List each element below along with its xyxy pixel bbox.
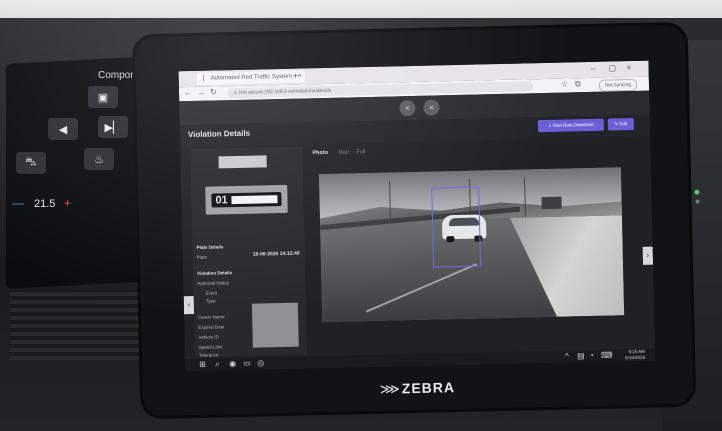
photo-scene: Component ▣ ◀ ▶▏ ⛍ ♨ — 21.5 + ⋙ ZEBRA ❘ … [0,0,722,431]
field-label: Type [205,298,216,304]
field-label: Approval Status [197,280,230,286]
temp-up-button[interactable]: + [64,196,71,210]
download-label: Raw Data Download [552,121,594,128]
prev-arrow-icon[interactable]: ‹ [183,296,195,315]
vehicle-thumbnail [251,302,299,348]
star-icon[interactable]: ☆ [561,79,568,88]
taskbar-clock[interactable]: 9:15 AM 6/19/2026 [625,349,645,361]
close-icon[interactable]: × [297,71,302,83]
plate-thumbnail [218,155,267,169]
car-icon[interactable]: ⛍ [16,152,46,174]
next-arrow-icon[interactable]: › [642,246,654,265]
window-close-icon[interactable]: × [626,63,631,72]
edge-icon[interactable]: ◉ [229,359,236,368]
keyboard-icon[interactable]: ⌨ [601,351,613,360]
tab-photo[interactable]: Photo [312,150,328,156]
minimize-icon[interactable]: – [590,64,595,73]
plate-redaction [231,195,278,205]
app-favicon-icon: ❘ [200,74,207,82]
temp-down-button[interactable]: — [12,196,24,210]
edit-button[interactable]: ✎ Edit [607,117,635,131]
browser-tab[interactable]: ❘ Automated Red Traffic System × [196,70,305,85]
sensor-dot [695,199,700,204]
air-vents [10,290,150,360]
tab-title: Automated Red Traffic System [210,73,293,82]
plate-crop-image: 01 [205,184,288,215]
tablet-brand: ZEBRA [401,379,456,397]
network-icon[interactable]: ▤ [577,351,585,360]
tray-chevron-icon[interactable]: ^ [565,352,569,361]
field-label: Expired Date [198,324,225,330]
field-label: Vehicle ID [198,334,219,340]
next-track-icon[interactable]: ▶▏ [98,116,128,138]
security-label: Not secure [238,89,264,96]
violation-photo[interactable] [318,167,625,323]
field-label: Owner Name [198,314,225,320]
windows-start-icon[interactable]: ⊞ [199,360,206,369]
extensions-icon[interactable]: ⧉ [575,79,581,89]
reload-icon[interactable]: ↻ [210,87,217,96]
raw-data-download-button[interactable]: ⇩ Raw Data Download [537,118,605,133]
volume-icon[interactable]: ◀ [48,118,78,140]
page-title: Violation Details [187,128,251,140]
tablet-screen: ❘ Automated Red Traffic System × + – ▢ ×… [178,60,656,372]
status-led [694,189,700,195]
field-label: Tolerance [198,352,219,358]
url-text: 192.168.0.xx/violations/details [264,87,332,96]
maximize-icon[interactable]: ▢ [608,63,616,72]
clear-icon-2[interactable]: × [423,99,440,116]
field-label: Speed Limit [198,344,223,350]
profile-button[interactable]: Not syncing [598,78,638,92]
new-tab-icon[interactable]: + [293,71,298,81]
back-icon[interactable]: ← [184,88,192,97]
violation-timestamp: 19-06-2026 14:12:46 [252,250,300,258]
section-violation-details: Violation Details [197,270,233,276]
tab-map[interactable]: Map [338,149,349,155]
edit-label: Edit [619,121,628,127]
rugged-tablet: ⋙ ZEBRA ❘ Automated Red Traffic System ×… [131,21,700,420]
plate-crop-frame: 01 [211,192,282,208]
clock-date: 6/19/2026 [625,354,646,361]
seat-icon[interactable]: ♨ [84,148,114,170]
zebra-logo-icon: ⋙ [379,380,400,397]
volume-tray-icon[interactable]: ◔ [589,351,594,360]
temperature-readout: 21.5 [34,198,56,210]
file-explorer-icon[interactable]: ▭ [243,359,251,368]
field-label: Plate [196,254,208,260]
clear-icon[interactable]: × [399,99,416,117]
search-icon[interactable]: ⌕ [215,359,220,369]
field-label: Event [205,290,218,296]
photo-distant-vehicle [541,196,562,210]
detection-box [431,186,482,268]
section-plate-details: Plate Details [196,244,224,250]
car-media-icon[interactable]: ▣ [88,86,118,108]
chrome-icon[interactable]: ◎ [257,358,264,367]
plate-prefix: 01 [215,194,228,207]
tab-full[interactable]: Full [356,149,365,155]
forward-icon[interactable]: → [197,88,205,97]
